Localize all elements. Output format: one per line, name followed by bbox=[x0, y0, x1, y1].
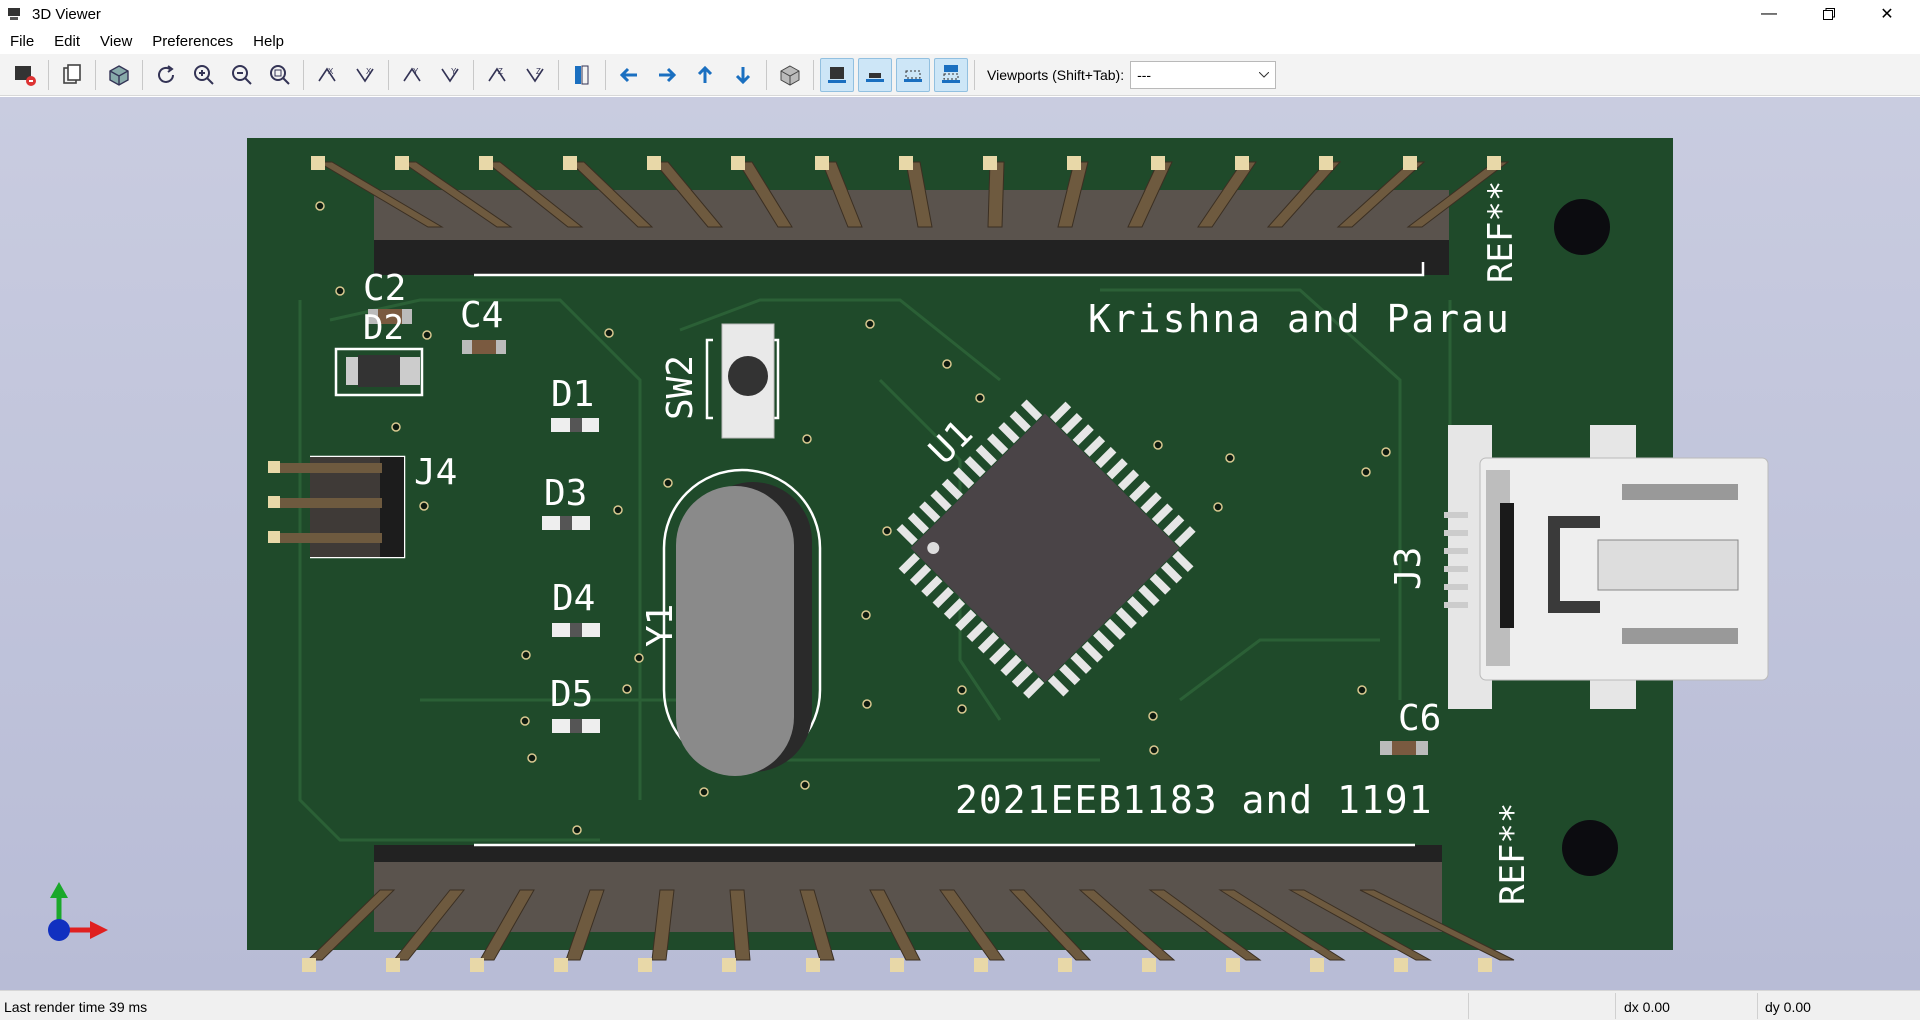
toolbar-separator bbox=[813, 59, 814, 90]
status-dy: dy 0.00 bbox=[1765, 999, 1811, 1015]
svg-text:C4: C4 bbox=[460, 295, 503, 336]
show-tht-icon[interactable] bbox=[820, 57, 854, 92]
viewports-dropdown[interactable]: --- bbox=[1130, 60, 1277, 89]
bottom-pin-header bbox=[302, 845, 1515, 972]
rotate-x-ccw-icon[interactable]: X bbox=[348, 58, 382, 92]
rotate-y-cw-icon[interactable]: Y bbox=[395, 58, 429, 92]
svg-text:X: X bbox=[366, 67, 372, 76]
toolbar-separator bbox=[95, 59, 96, 90]
mounting-hole bbox=[1554, 199, 1610, 255]
rotate-z-cw-icon[interactable]: Z bbox=[480, 58, 514, 92]
menu-view[interactable]: View bbox=[90, 33, 142, 50]
status-bar: Last render time 39 ms dx 0.00 dy 0.00 bbox=[0, 990, 1920, 1020]
restore-button[interactable] bbox=[1806, 0, 1852, 28]
status-divider bbox=[1615, 993, 1616, 1019]
show-virtual-icon[interactable] bbox=[896, 57, 930, 92]
svg-text:D3: D3 bbox=[544, 473, 587, 514]
copy-icon[interactable] bbox=[55, 58, 89, 92]
pan-right-icon[interactable] bbox=[650, 58, 684, 92]
window-title: 3D Viewer bbox=[32, 5, 101, 23]
svg-text:Y: Y bbox=[451, 67, 457, 76]
reload-icon[interactable] bbox=[149, 58, 183, 92]
render-save-icon[interactable] bbox=[8, 58, 42, 92]
header-j4 bbox=[268, 457, 404, 557]
toolbar: X X Y Y Z Z Viewports (Shift+Tab): --- bbox=[0, 54, 1920, 96]
close-button[interactable]: ✕ bbox=[1864, 0, 1910, 28]
svg-text:Y: Y bbox=[413, 67, 419, 76]
toolbar-separator bbox=[142, 59, 143, 90]
pan-down-icon[interactable] bbox=[726, 58, 760, 92]
svg-text:D2: D2 bbox=[363, 308, 404, 348]
svg-text:J3: J3 bbox=[1388, 547, 1429, 590]
menu-help[interactable]: Help bbox=[243, 33, 294, 50]
show-smd-icon[interactable] bbox=[858, 57, 892, 92]
tactile-switch bbox=[721, 323, 775, 439]
toolbar-separator bbox=[766, 59, 767, 90]
toolbar-separator bbox=[558, 59, 559, 90]
menu-preferences[interactable]: Preferences bbox=[142, 33, 243, 50]
viewports-value: --- bbox=[1137, 66, 1152, 83]
zoom-fit-icon[interactable] bbox=[263, 58, 297, 92]
toolbar-separator bbox=[48, 59, 49, 90]
svg-text:SW2: SW2 bbox=[660, 355, 701, 420]
svg-text:D4: D4 bbox=[552, 578, 595, 619]
toolbar-separator bbox=[303, 59, 304, 90]
pan-left-icon[interactable] bbox=[612, 58, 646, 92]
menu-bar: File Edit View Preferences Help bbox=[0, 28, 1920, 54]
3d-viewport[interactable]: C2 D2 C4 D1 D3 D4 D5 J4 C6 SW2 Y1 U1 J3 … bbox=[0, 97, 1920, 990]
render-time: Last render time 39 ms bbox=[4, 999, 148, 1015]
svg-text:REF**: REF** bbox=[1481, 181, 1521, 283]
mounting-hole bbox=[1562, 820, 1618, 876]
axis-gizmo bbox=[48, 882, 108, 941]
svg-text:Y1: Y1 bbox=[640, 604, 681, 647]
svg-text:D5: D5 bbox=[550, 674, 593, 715]
viewports-label: Viewports (Shift+Tab): bbox=[987, 66, 1125, 83]
board-3d-icon[interactable] bbox=[102, 58, 136, 92]
svg-text:C2: C2 bbox=[363, 268, 406, 309]
title-bar: 3D Viewer — ✕ bbox=[0, 0, 1920, 28]
menu-file[interactable]: File bbox=[0, 33, 44, 50]
menu-edit[interactable]: Edit bbox=[44, 33, 90, 50]
crystal-oscillator bbox=[676, 482, 812, 776]
status-dx: dx 0.00 bbox=[1624, 999, 1670, 1015]
show-not-in-posfile-icon[interactable] bbox=[934, 57, 968, 92]
svg-text:REF**: REF** bbox=[1493, 803, 1533, 905]
app-icon bbox=[6, 6, 22, 22]
toolbar-separator bbox=[388, 59, 389, 90]
svg-text:X: X bbox=[328, 67, 334, 76]
svg-text:D1: D1 bbox=[551, 374, 594, 415]
board-title-2: 2021EEB1183 and 1191 bbox=[955, 778, 1433, 822]
svg-text:Z: Z bbox=[536, 67, 541, 76]
svg-text:C6: C6 bbox=[1398, 698, 1441, 739]
minimize-button[interactable]: — bbox=[1746, 0, 1792, 28]
board-title-1: Krishna and Parau bbox=[1088, 297, 1511, 341]
toolbar-separator bbox=[605, 59, 606, 90]
status-divider bbox=[1757, 993, 1758, 1019]
toolbar-separator bbox=[473, 59, 474, 90]
chevron-down-icon bbox=[1259, 71, 1270, 78]
rotate-y-ccw-icon[interactable]: Y bbox=[433, 58, 467, 92]
zoom-in-icon[interactable] bbox=[187, 58, 221, 92]
pan-up-icon[interactable] bbox=[688, 58, 722, 92]
flip-board-icon[interactable] bbox=[565, 58, 599, 92]
toolbar-separator bbox=[974, 59, 975, 90]
ortho-icon[interactable] bbox=[773, 58, 807, 92]
rotate-x-cw-icon[interactable]: X bbox=[310, 58, 344, 92]
rotate-z-ccw-icon[interactable]: Z bbox=[518, 58, 552, 92]
zoom-out-icon[interactable] bbox=[225, 58, 259, 92]
svg-text:Z: Z bbox=[498, 67, 503, 76]
status-divider bbox=[1468, 993, 1469, 1019]
usb-connector bbox=[1444, 425, 1769, 709]
svg-text:J4: J4 bbox=[414, 452, 457, 493]
